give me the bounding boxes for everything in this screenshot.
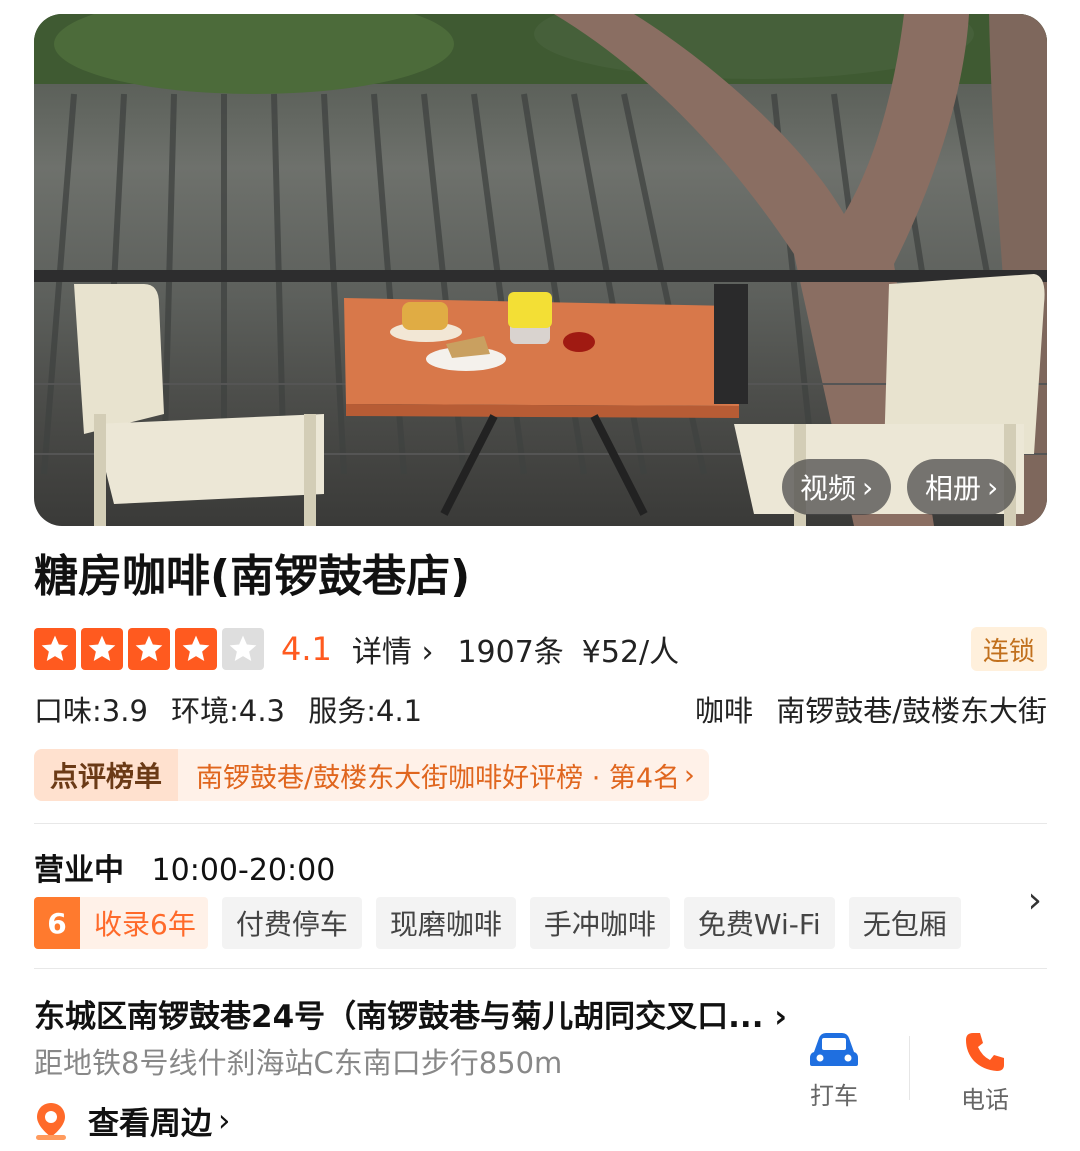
quick-actions: 打车 电话 <box>759 1030 1060 1115</box>
tag-pour-over-coffee: 手冲咖啡 <box>529 897 670 949</box>
rating-detail-link[interactable]: 详情 › <box>352 627 434 671</box>
taxi-label: 打车 <box>810 1082 858 1110</box>
ranking-text-label: 南锣鼓巷/鼓楼东大街咖啡好评榜 · 第4名 <box>196 762 681 794</box>
star-icon <box>128 628 170 670</box>
view-nearby-label: 查看周边 <box>88 1106 212 1142</box>
taxi-button[interactable]: 打车 <box>759 1030 909 1115</box>
shop-hero-photo[interactable]: 视频 › 相册 › <box>34 14 1047 526</box>
ranking-banner[interactable]: 点评榜单 南锣鼓巷/鼓楼东大街咖啡好评榜 · 第4名 › <box>34 749 709 801</box>
feature-tags: 6 收录6年 付费停车 现磨咖啡 手冲咖啡 免费Wi-Fi 无包厢 <box>34 897 975 949</box>
chevron-right-icon[interactable]: › <box>1028 880 1042 921</box>
tag-fresh-ground-coffee: 现磨咖啡 <box>375 897 516 949</box>
environment-score: 环境:4.3 <box>171 694 285 728</box>
star-rating <box>34 628 269 670</box>
phone-icon <box>966 1033 1004 1071</box>
years-number: 6 <box>34 897 80 949</box>
years-label: 收录6年 <box>94 908 196 941</box>
album-label: 相册 <box>925 472 982 505</box>
area-label: 南锣鼓巷/鼓楼东大街 <box>776 694 1047 728</box>
chain-badge[interactable]: 连锁 <box>971 627 1047 671</box>
tag-paid-parking: 付费停车 <box>221 897 362 949</box>
service-score: 服务:4.1 <box>308 694 423 728</box>
shop-name: 糖房咖啡(南锣鼓巷店) <box>34 551 471 602</box>
tag-free-wifi: 免费Wi-Fi <box>683 897 835 949</box>
metro-distance: 距地铁8号线什刹海站C东南口步行850m <box>34 1046 563 1080</box>
location-pin-icon <box>36 1102 66 1140</box>
chevron-right-icon: › <box>684 759 695 791</box>
ranking-text: 南锣鼓巷/鼓楼东大街咖啡好评榜 · 第4名 › <box>178 749 709 801</box>
phone-label: 电话 <box>961 1086 1009 1114</box>
car-icon <box>810 1033 858 1066</box>
chevron-right-icon: › <box>862 470 874 504</box>
divider <box>34 968 1047 969</box>
star-icon <box>34 628 76 670</box>
rooftop-cafe-scene <box>34 14 1047 526</box>
review-count: 1907条 <box>457 635 564 670</box>
divider <box>34 823 1047 824</box>
rating-row[interactable]: 4.1 详情 › 1907条 ¥52/人 <box>34 626 679 672</box>
open-status: 营业中 <box>34 853 124 888</box>
phone-button[interactable]: 电话 <box>910 1030 1060 1115</box>
tag-no-private-room: 无包厢 <box>848 897 961 949</box>
years-listed-tag: 6 收录6年 <box>34 897 208 949</box>
video-button[interactable]: 视频 › <box>782 459 892 515</box>
detail-label: 详情 <box>351 635 412 670</box>
video-label: 视频 <box>800 472 857 505</box>
view-nearby-link[interactable]: 查看周边 › <box>34 1098 230 1143</box>
address-text: 东城区南锣鼓巷24号（南锣鼓巷与菊儿胡同交叉口... <box>34 999 764 1035</box>
chevron-right-icon: › <box>421 635 434 670</box>
hours-time: 10:00-20:00 <box>151 853 336 888</box>
chevron-right-icon: › <box>218 1102 231 1139</box>
star-icon <box>81 628 123 670</box>
rating-score: 4.1 <box>281 630 332 668</box>
category-label: 咖啡 <box>694 694 753 728</box>
ranking-title: 点评榜单 <box>34 749 179 801</box>
chevron-right-icon: › <box>987 470 999 504</box>
taste-score: 口味:3.9 <box>34 694 148 728</box>
star-icon <box>175 628 217 670</box>
business-hours[interactable]: 营业中 10:00-20:00 <box>34 845 335 889</box>
price-per-person: ¥52/人 <box>581 635 680 670</box>
address-link[interactable]: 东城区南锣鼓巷24号（南锣鼓巷与菊儿胡同交叉口... › <box>34 991 787 1036</box>
star-icon <box>222 628 264 670</box>
album-button[interactable]: 相册 › <box>907 459 1017 515</box>
sub-info-row: 口味:3.9 环境:4.3 服务:4.1 咖啡 南锣鼓巷/鼓楼东大街 <box>34 688 1047 728</box>
